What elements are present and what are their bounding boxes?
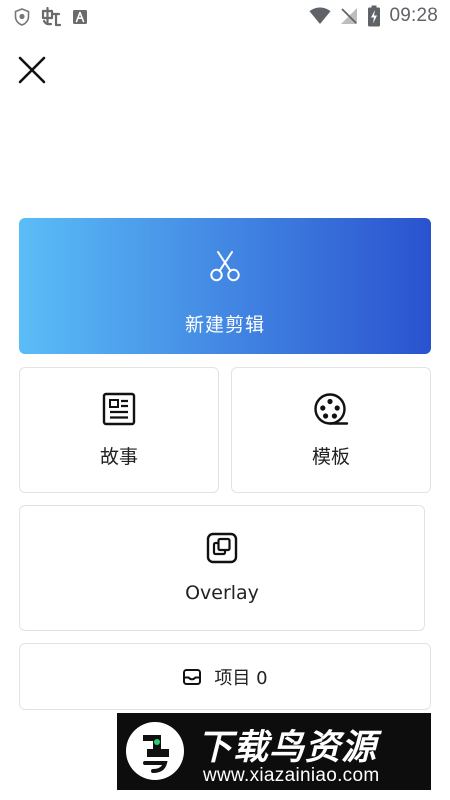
no-signal-icon — [339, 6, 359, 26]
overlay-icon — [206, 532, 238, 564]
inbox-icon — [182, 667, 202, 687]
chinese-glyph-icon — [40, 6, 62, 28]
new-edit-label: 新建剪辑 — [184, 314, 265, 336]
watermark-banner: 下载鸟资源 www.xiazainiao.com — [117, 713, 431, 790]
document-icon — [102, 392, 136, 426]
overlay-label: Overlay — [185, 582, 259, 604]
watermark-url: www.xiazainiao.com — [203, 765, 380, 786]
close-button[interactable] — [16, 54, 48, 86]
a-badge-icon — [72, 9, 88, 25]
battery-charging-icon — [367, 5, 381, 27]
template-tile[interactable]: 模板 — [231, 367, 431, 493]
status-time: 09:28 — [389, 5, 438, 26]
scissors-icon — [207, 248, 243, 284]
film-reel-icon — [313, 392, 349, 428]
bird-logo-icon — [123, 719, 187, 783]
watermark-title: 下载鸟资源 — [197, 728, 378, 768]
projects-content: 项目 0 — [20, 644, 430, 709]
overlay-tile[interactable]: Overlay — [19, 505, 425, 631]
projects-label: 项目 0 — [214, 667, 268, 689]
story-label: 故事 — [99, 446, 138, 468]
template-label: 模板 — [311, 446, 350, 468]
status-right-icons: 09:28 — [309, 5, 438, 27]
new-edit-button[interactable]: 新建剪辑 — [19, 218, 431, 354]
wifi-icon — [309, 7, 331, 25]
projects-button[interactable]: 项目 0 — [19, 643, 431, 710]
story-tile[interactable]: 故事 — [19, 367, 219, 493]
shield-icon — [14, 8, 30, 26]
close-icon — [16, 54, 48, 86]
status-left-icons — [14, 6, 88, 28]
status-bar: 09:28 — [0, 0, 450, 32]
